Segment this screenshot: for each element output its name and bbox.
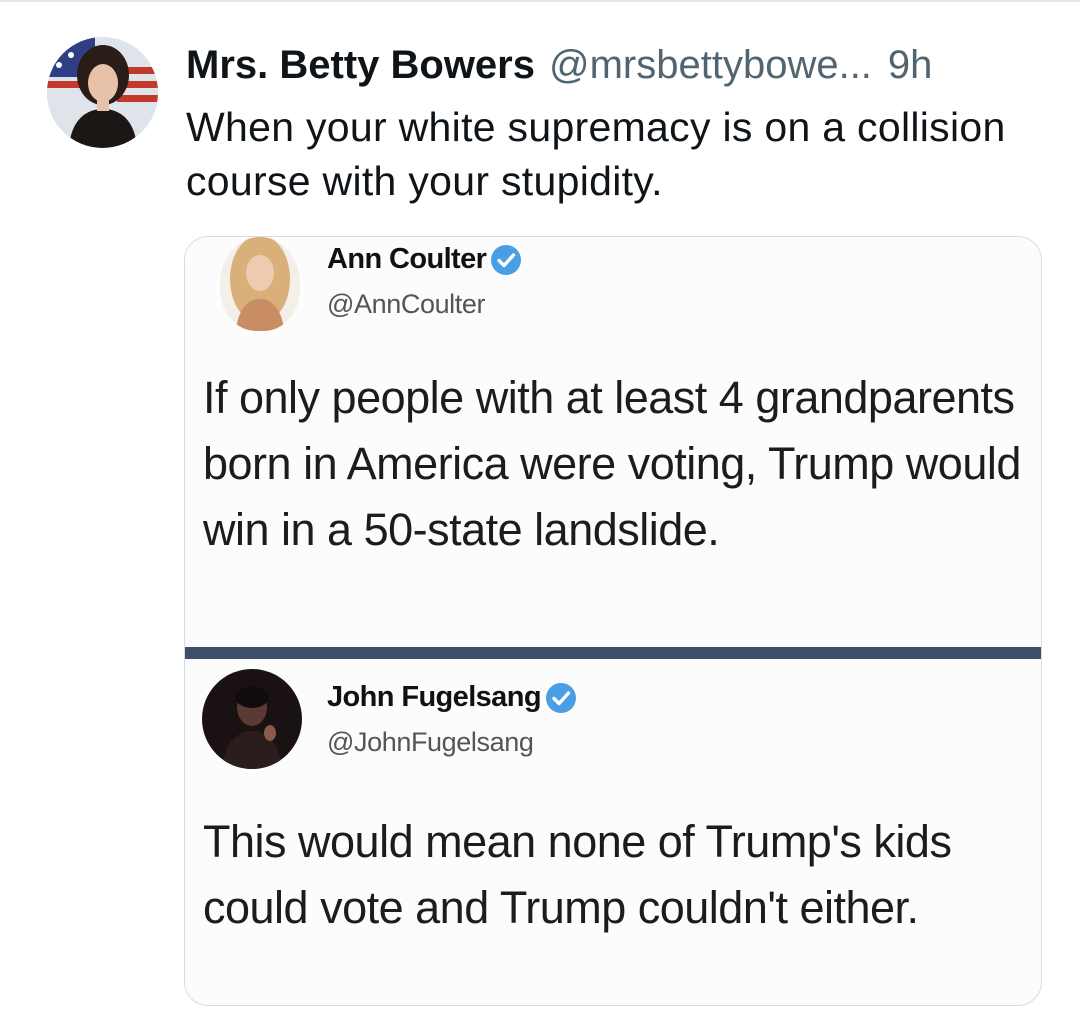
author-name[interactable]: Mrs. Betty Bowers [186, 40, 535, 90]
ann-coulter-avatar-image [220, 237, 300, 331]
ann-coulter-post-text: If only people with at least 4 grandpare… [203, 372, 1021, 555]
author-avatar-image [47, 37, 158, 148]
top-border [0, 0, 1080, 2]
john-fugelsang-avatar [202, 669, 302, 769]
john-fugelsang-name-row: John Fugelsang [327, 681, 577, 714]
tweet-media-image[interactable]: Ann Coulter @AnnCoulter If only people w… [184, 236, 1042, 1006]
ann-coulter-name-row: Ann Coulter [327, 243, 522, 276]
john-fugelsang-post-text: This would mean none of Trump's kids cou… [203, 816, 952, 933]
ann-coulter-avatar [220, 237, 300, 331]
ann-coulter-name: Ann Coulter [327, 243, 487, 275]
tweet-text: When your white supremacy is on a collis… [186, 104, 1006, 204]
john-fugelsang-name: John Fugelsang [327, 681, 542, 713]
screenshot-divider [185, 647, 1041, 659]
quoted-post-john-fugelsang: John Fugelsang @JohnFugelsang This would… [185, 659, 1041, 1005]
john-fugelsang-avatar-image [202, 669, 302, 769]
quoted-post-ann-coulter: Ann Coulter @AnnCoulter If only people w… [185, 237, 1041, 647]
tweet-header: Mrs. Betty Bowers @mrsbettybowe... 9h [186, 40, 1066, 90]
author-avatar[interactable] [47, 37, 158, 148]
ann-coulter-handle: @AnnCoulter [327, 289, 486, 319]
tweet-timestamp[interactable]: 9h [888, 40, 933, 90]
verified-badge-icon [491, 244, 522, 275]
verified-badge-icon [545, 682, 576, 713]
author-handle[interactable]: @mrsbettybowe... [549, 40, 872, 90]
john-fugelsang-handle: @JohnFugelsang [327, 727, 534, 757]
